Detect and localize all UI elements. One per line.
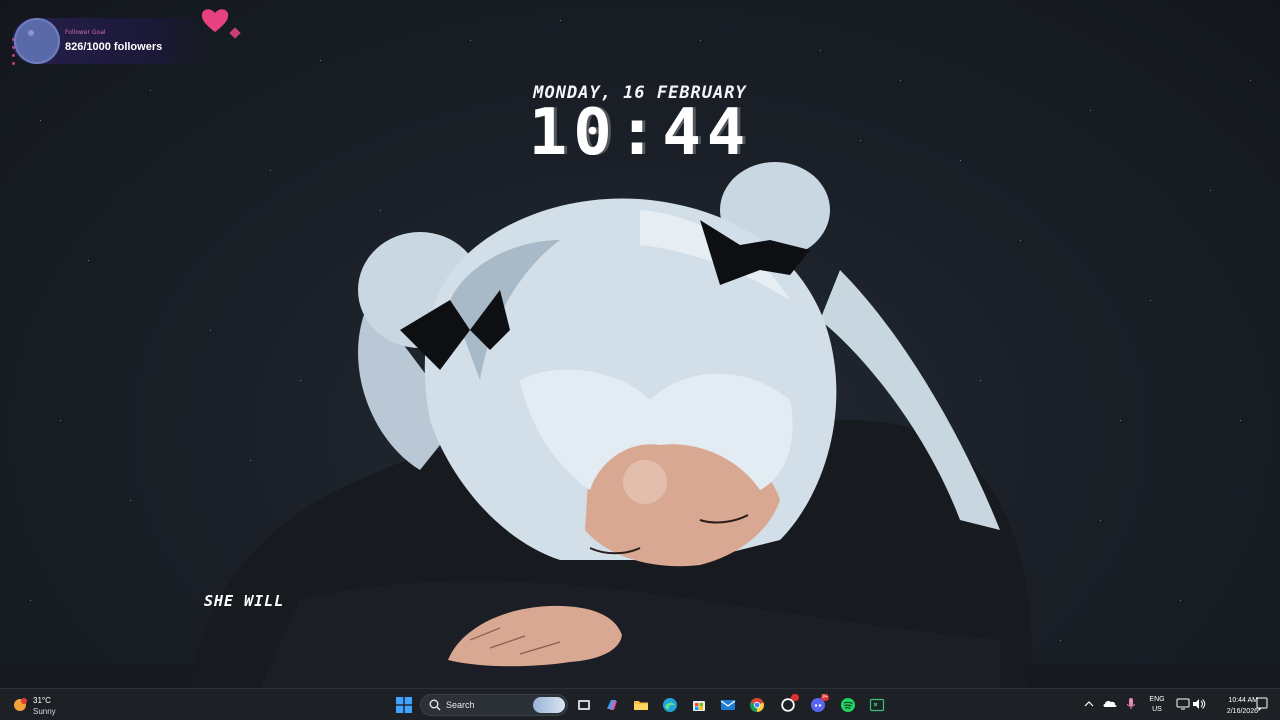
chrome-icon — [750, 698, 764, 712]
terminal-button[interactable] — [865, 693, 889, 717]
search-icon — [429, 699, 441, 711]
windows-icon — [396, 697, 412, 713]
discord-button[interactable]: 9+ — [806, 693, 830, 717]
weather-temp: 31°C — [33, 696, 51, 705]
heart-icon — [201, 9, 229, 32]
github-button[interactable] — [776, 693, 800, 717]
task-view-icon — [578, 700, 590, 710]
task-view-button[interactable] — [572, 693, 596, 717]
weather-condition: Sunny — [33, 707, 56, 716]
language-indicator[interactable]: ENG US — [1145, 695, 1169, 715]
clock-time: 10:44 — [528, 96, 752, 170]
chrome-button[interactable] — [745, 693, 769, 717]
microphone-icon[interactable] — [1126, 696, 1136, 712]
language-line2: US — [1152, 706, 1162, 713]
chevron-up-icon[interactable] — [1084, 696, 1094, 712]
sparkle-icon — [229, 27, 241, 39]
store-icon — [693, 701, 705, 711]
taskbar-clock[interactable]: 10:44 AM 2/16/2026 — [1208, 695, 1258, 717]
search-highlight-image — [533, 697, 565, 713]
terminal-icon — [869, 698, 885, 712]
notification-icon[interactable] — [1256, 696, 1268, 712]
language-line1: ENG — [1149, 696, 1165, 703]
taskbar-date: 2/16/2026 — [1226, 708, 1258, 715]
edge-button[interactable] — [658, 693, 682, 717]
avatar — [14, 18, 60, 64]
search-label: Search — [446, 700, 475, 710]
copilot-icon — [607, 700, 617, 710]
spotify-icon — [841, 698, 855, 712]
onedrive-icon[interactable] — [1103, 696, 1117, 712]
mail-icon — [720, 700, 736, 710]
start-button[interactable] — [392, 693, 416, 717]
copilot-button[interactable] — [600, 693, 624, 717]
taskbar-time: 10:44 AM — [1228, 697, 1258, 704]
notification-dot — [791, 694, 799, 701]
store-button[interactable] — [687, 693, 711, 717]
lyric-text: SHE WILL — [204, 592, 285, 610]
follower-goal-title: Follower Goal — [65, 29, 106, 36]
follower-goal-widget: Follower Goal 826/1000 followers — [12, 18, 208, 65]
follower-count: 826/1000 followers — [65, 41, 163, 53]
volume-icon[interactable] — [1192, 696, 1206, 712]
discord-badge: 9+ — [821, 694, 829, 701]
search-box[interactable]: Search — [420, 694, 568, 716]
network-icon[interactable] — [1176, 696, 1190, 712]
file-explorer-button[interactable] — [629, 693, 653, 717]
sun-icon — [14, 698, 27, 711]
outlook-button[interactable] — [716, 693, 740, 717]
edge-icon — [663, 698, 677, 712]
folder-icon — [634, 701, 648, 710]
taskbar: 31°C Sunny Search 9+ ENG US 10:44 AM 2/1… — [0, 688, 1280, 720]
spotify-button[interactable] — [836, 693, 860, 717]
